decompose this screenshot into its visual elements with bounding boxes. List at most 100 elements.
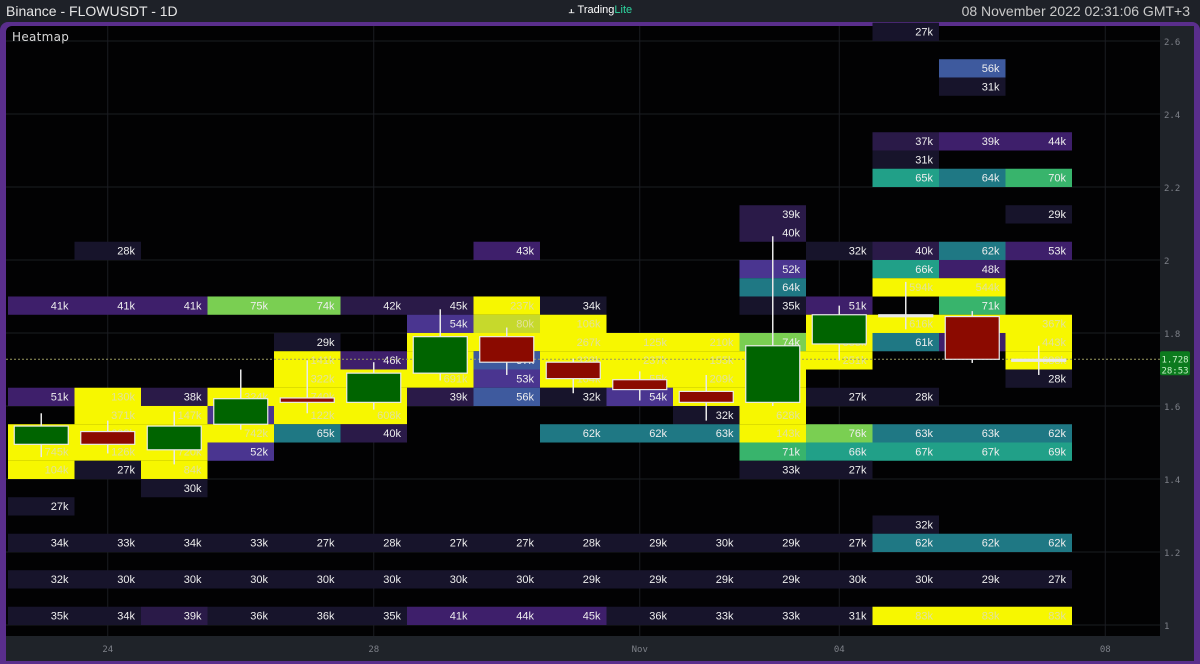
heatmap-cell: 27k bbox=[407, 533, 474, 553]
heatmap-cell-label: 29k bbox=[317, 337, 335, 349]
heatmap-cell-label: 122k bbox=[311, 410, 335, 422]
heatmap-cell: 71k bbox=[739, 442, 806, 461]
heatmap-cell-label: 39k bbox=[450, 392, 468, 404]
heatmap-cell-label: 27k bbox=[915, 27, 933, 39]
heatmap-cell-label: 84k bbox=[184, 465, 202, 477]
heatmap-cell: 106k bbox=[540, 314, 607, 334]
heatmap-cell: 67k bbox=[872, 442, 939, 461]
heatmap-cell-label: 34k bbox=[184, 538, 202, 550]
heatmap-cell: 62k bbox=[939, 533, 1006, 553]
heatmap-cell-label: 51k bbox=[849, 300, 867, 312]
heatmap-cell-label: 64k bbox=[982, 173, 1000, 185]
heatmap-cell: 29k bbox=[274, 332, 341, 352]
heatmap-cell: 36k bbox=[207, 606, 274, 626]
heatmap-cell: 39k bbox=[141, 606, 208, 626]
heatmap-cell: 104k bbox=[8, 460, 75, 480]
candle-body bbox=[545, 361, 601, 380]
heatmap-cell: 63k bbox=[673, 424, 740, 443]
heatmap-cell-label: 31k bbox=[915, 154, 933, 166]
heatmap-cell: 28k bbox=[74, 241, 141, 261]
heatmap-cell-label: 48k bbox=[982, 264, 1000, 276]
heatmap-cell-label: 33k bbox=[782, 611, 800, 623]
heatmap-cell-label: 30k bbox=[117, 574, 135, 586]
heatmap-cell-label: 251k bbox=[843, 355, 867, 367]
heatmap-cell: 39k bbox=[407, 387, 474, 407]
heatmap-cell: 34k bbox=[540, 296, 607, 315]
heatmap-cell-label: 74k bbox=[317, 300, 335, 312]
heatmap-cell-label: 39k bbox=[184, 611, 202, 623]
heatmap-cell: 544k bbox=[939, 278, 1006, 297]
heatmap-cell-label: 41k bbox=[184, 300, 202, 312]
heatmap-cell-label: 41k bbox=[117, 300, 135, 312]
heatmap-cell: 74k bbox=[274, 296, 341, 315]
heatmap-cell-label: 33k bbox=[117, 538, 135, 550]
heatmap-cell: 62k bbox=[939, 241, 1006, 261]
heatmap-cell-label: 41k bbox=[51, 300, 69, 312]
heatmap-cell-label: 75k bbox=[250, 300, 268, 312]
heatmap-cell-label: 30k bbox=[450, 574, 468, 586]
heatmap-cell: 31k bbox=[872, 150, 939, 169]
heatmap-cell-label: 322k bbox=[311, 373, 335, 385]
heatmap-cell-label: 443k bbox=[1042, 337, 1066, 349]
heatmap-cell: 62k bbox=[1005, 533, 1072, 553]
heatmap-cell: 33k bbox=[207, 533, 274, 553]
heatmap-cell-label: 80k bbox=[516, 319, 534, 331]
heatmap-cell-label: 35k bbox=[782, 300, 800, 312]
heatmap-cell-label: 28k bbox=[1048, 373, 1066, 385]
heatmap-cell-label: 64k bbox=[782, 282, 800, 294]
heatmap-cell-label: 71k bbox=[782, 446, 800, 458]
heatmap-cell-label: 544k bbox=[976, 282, 1000, 294]
heatmap-cell: 29k bbox=[939, 570, 1006, 589]
heatmap-cell-label: 34k bbox=[583, 300, 601, 312]
heatmap-cell-label: 44k bbox=[1048, 136, 1066, 148]
heatmap-cell-label: 27k bbox=[516, 538, 534, 550]
heatmap-cell-label: 40k bbox=[915, 246, 933, 258]
heatmap-cell-label: 628k bbox=[776, 410, 800, 422]
heatmap-cell: 33k bbox=[74, 533, 141, 553]
heatmap-cell: 30k bbox=[141, 570, 208, 589]
heatmap-cell-label: 267k bbox=[577, 337, 601, 349]
heatmap-cell-label: 29k bbox=[782, 574, 800, 586]
heatmap-cell: 62k bbox=[1005, 424, 1072, 443]
heatmap-cell: 70k bbox=[1005, 168, 1072, 188]
heatmap-cell: 31k bbox=[939, 77, 1006, 96]
heatmap-cell: 41k bbox=[74, 296, 141, 315]
time-tick-label: 28 bbox=[368, 645, 379, 655]
heatmap-cell-label: 367k bbox=[1042, 319, 1066, 331]
heatmap-cell-label: 54k bbox=[450, 319, 468, 331]
heatmap-cell: 83k bbox=[872, 606, 939, 626]
heatmap-cell-label: 143k bbox=[776, 428, 800, 440]
heatmap-cell-label: 52k bbox=[782, 264, 800, 276]
heatmap-cell: 28k bbox=[340, 533, 407, 553]
current-price-value: 1.728 bbox=[1161, 355, 1188, 365]
heatmap-cell: 130k bbox=[74, 387, 141, 407]
heatmap-cell-label: 63k bbox=[915, 428, 933, 440]
heatmap-cell-label: 32k bbox=[915, 519, 933, 531]
heatmap-cell-label: 66k bbox=[915, 264, 933, 276]
heatmap-cell: 628k bbox=[739, 405, 806, 425]
heatmap-cell-label: 62k bbox=[915, 538, 933, 550]
heatmap-cell: 27k bbox=[806, 533, 873, 553]
candle-body bbox=[80, 430, 136, 445]
heatmap-cell-label: 30k bbox=[383, 574, 401, 586]
heatmap-cell-label: 237k bbox=[643, 355, 667, 367]
heatmap-cell-label: 67k bbox=[915, 446, 933, 458]
time-tick-label: 04 bbox=[834, 645, 845, 655]
heatmap-cell: 33k bbox=[739, 606, 806, 626]
heatmap-cell-label: 30k bbox=[516, 574, 534, 586]
heatmap-cell: 34k bbox=[74, 606, 141, 626]
heatmap-cell-label: 71k bbox=[982, 300, 1000, 312]
heatmap-cell: 69k bbox=[1005, 442, 1072, 461]
heatmap-cell: 63k bbox=[872, 424, 939, 443]
heatmap-cell-label: 32k bbox=[849, 246, 867, 258]
heatmap-cell-label: 62k bbox=[1048, 428, 1066, 440]
heatmap-cell: 237k bbox=[473, 296, 540, 315]
heatmap-cell-label: 27k bbox=[849, 392, 867, 404]
heatmap-cell: 44k bbox=[473, 606, 540, 626]
heatmap-cell-label: 29k bbox=[583, 574, 601, 586]
heatmap-cell-label: 27k bbox=[117, 465, 135, 477]
heatmap-cell: 267k bbox=[540, 332, 607, 352]
heatmap-chart[interactable]: 2.6 2.4 2.2 2 1.8 1.6 1.4 1.2 1 24 28 Nov 04 08 27k 56k… bbox=[0, 0, 1200, 664]
heatmap-cell-label: 46k bbox=[383, 355, 401, 367]
heatmap-cell-label: 51k bbox=[51, 392, 69, 404]
